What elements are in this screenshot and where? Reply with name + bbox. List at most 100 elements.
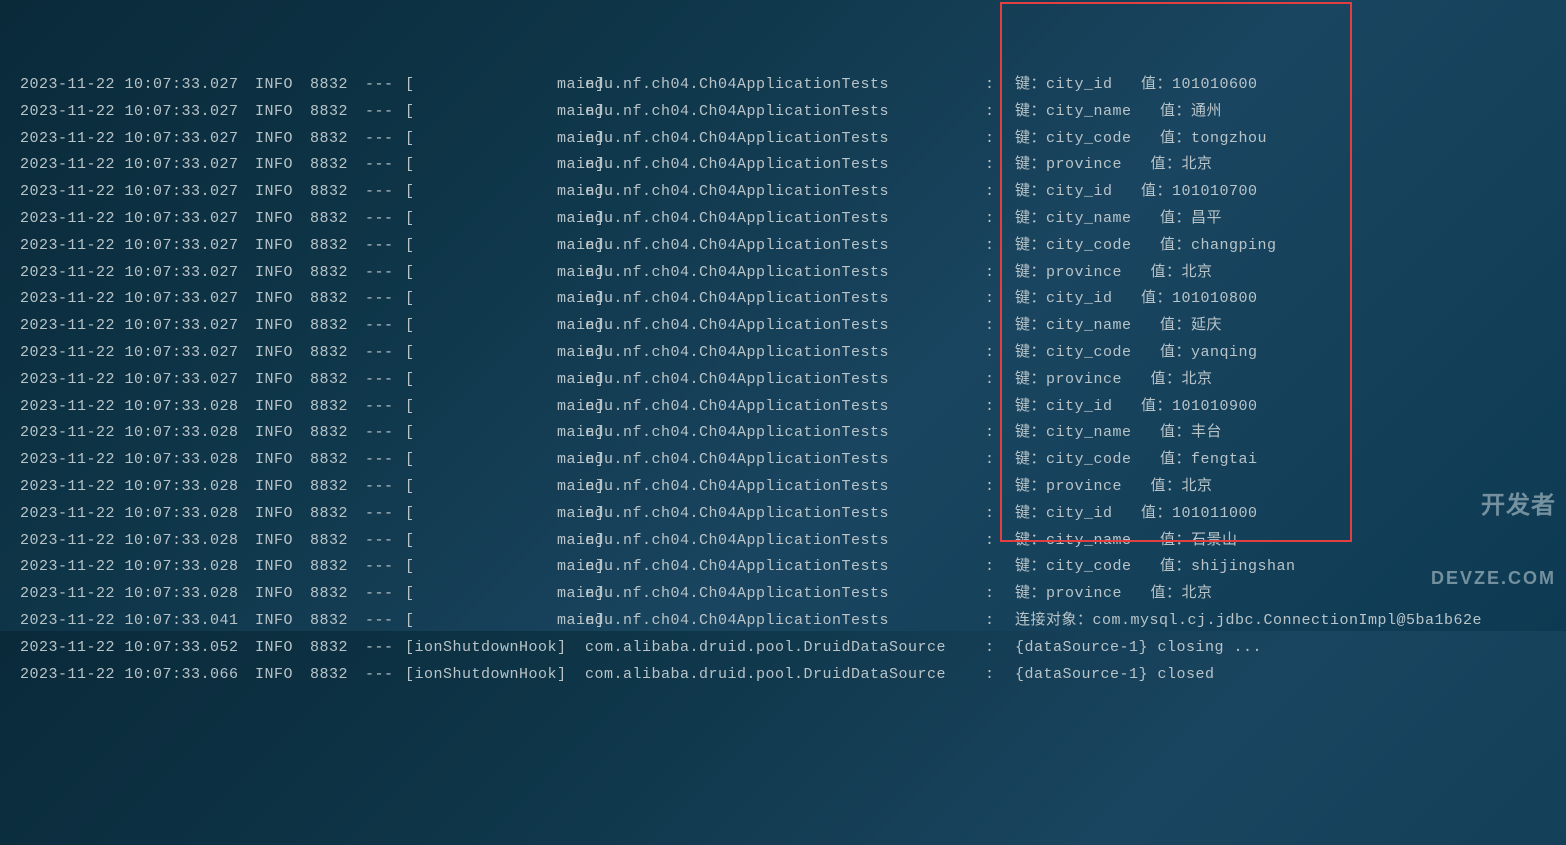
pid: 8832	[310, 179, 365, 206]
dashes: ---	[365, 474, 405, 501]
log-line: 2023-11-22 10:07:33.027INFO8832---[ main…	[20, 206, 1546, 233]
colon: :	[985, 233, 1015, 260]
pid: 8832	[310, 206, 365, 233]
timestamp: 2023-11-22 10:07:33.028	[20, 528, 255, 555]
thread-name: [ main]	[405, 447, 585, 474]
pid: 8832	[310, 367, 365, 394]
timestamp: 2023-11-22 10:07:33.052	[20, 635, 255, 662]
dashes: ---	[365, 72, 405, 99]
timestamp: 2023-11-22 10:07:33.027	[20, 367, 255, 394]
log-message: 键：city_id 值：101011000	[1015, 501, 1546, 528]
log-level: INFO	[255, 662, 310, 689]
thread-name: [ main]	[405, 367, 585, 394]
log-level: INFO	[255, 99, 310, 126]
logger-name: edu.nf.ch04.Ch04ApplicationTests	[585, 72, 985, 99]
timestamp: 2023-11-22 10:07:33.028	[20, 394, 255, 421]
log-message: 键：city_code 值：changping	[1015, 233, 1546, 260]
timestamp: 2023-11-22 10:07:33.027	[20, 152, 255, 179]
logger-name: edu.nf.ch04.Ch04ApplicationTests	[585, 179, 985, 206]
log-message: 键：city_code 值：shijingshan	[1015, 554, 1546, 581]
log-level: INFO	[255, 554, 310, 581]
log-output: 2023-11-22 10:07:33.027INFO8832---[ main…	[0, 68, 1566, 692]
thread-name: [ionShutdownHook]	[405, 662, 585, 689]
timestamp: 2023-11-22 10:07:33.028	[20, 474, 255, 501]
pid: 8832	[310, 394, 365, 421]
thread-name: [ main]	[405, 179, 585, 206]
log-level: INFO	[255, 260, 310, 287]
log-line: 2023-11-22 10:07:33.027INFO8832---[ main…	[20, 233, 1546, 260]
timestamp: 2023-11-22 10:07:33.027	[20, 233, 255, 260]
colon: :	[985, 447, 1015, 474]
log-message: 键：city_name 值：延庆	[1015, 313, 1546, 340]
timestamp: 2023-11-22 10:07:33.028	[20, 447, 255, 474]
thread-name: [ main]	[405, 340, 585, 367]
thread-name: [ main]	[405, 260, 585, 287]
logger-name: edu.nf.ch04.Ch04ApplicationTests	[585, 447, 985, 474]
dashes: ---	[365, 152, 405, 179]
log-message: 键：province 值：北京	[1015, 152, 1546, 179]
pid: 8832	[310, 233, 365, 260]
thread-name: [ main]	[405, 313, 585, 340]
dashes: ---	[365, 528, 405, 555]
pid: 8832	[310, 662, 365, 689]
log-message: 键：city_code 值：yanqing	[1015, 340, 1546, 367]
log-level: INFO	[255, 501, 310, 528]
logger-name: edu.nf.ch04.Ch04ApplicationTests	[585, 581, 985, 608]
log-level: INFO	[255, 286, 310, 313]
log-level: INFO	[255, 474, 310, 501]
log-message: 键：province 值：北京	[1015, 581, 1546, 608]
timestamp: 2023-11-22 10:07:33.028	[20, 501, 255, 528]
pid: 8832	[310, 72, 365, 99]
log-message: 键：city_name 值：昌平	[1015, 206, 1546, 233]
log-line: 2023-11-22 10:07:33.027INFO8832---[ main…	[20, 260, 1546, 287]
timestamp: 2023-11-22 10:07:33.027	[20, 260, 255, 287]
log-message: 键：province 值：北京	[1015, 260, 1546, 287]
pid: 8832	[310, 501, 365, 528]
log-level: INFO	[255, 367, 310, 394]
dashes: ---	[365, 206, 405, 233]
logger-name: edu.nf.ch04.Ch04ApplicationTests	[585, 206, 985, 233]
logger-name: edu.nf.ch04.Ch04ApplicationTests	[585, 554, 985, 581]
pid: 8832	[310, 528, 365, 555]
pid: 8832	[310, 474, 365, 501]
colon: :	[985, 340, 1015, 367]
dashes: ---	[365, 313, 405, 340]
thread-name: [ main]	[405, 554, 585, 581]
log-level: INFO	[255, 394, 310, 421]
dashes: ---	[365, 501, 405, 528]
dashes: ---	[365, 394, 405, 421]
log-level: INFO	[255, 340, 310, 367]
log-line: 2023-11-22 10:07:33.027INFO8832---[ main…	[20, 179, 1546, 206]
dashes: ---	[365, 554, 405, 581]
colon: :	[985, 152, 1015, 179]
log-line: 2023-11-22 10:07:33.028INFO8832---[ main…	[20, 447, 1546, 474]
log-line: 2023-11-22 10:07:33.028INFO8832---[ main…	[20, 554, 1546, 581]
log-message: 键：city_id 值：101010600	[1015, 72, 1546, 99]
thread-name: [ main]	[405, 474, 585, 501]
log-level: INFO	[255, 420, 310, 447]
pid: 8832	[310, 340, 365, 367]
thread-name: [ main]	[405, 286, 585, 313]
log-message: 键：city_id 值：101010800	[1015, 286, 1546, 313]
log-message: 键：city_name 值：石景山	[1015, 528, 1546, 555]
colon: :	[985, 394, 1015, 421]
log-level: INFO	[255, 581, 310, 608]
pid: 8832	[310, 313, 365, 340]
thread-name: [ main]	[405, 99, 585, 126]
colon: :	[985, 179, 1015, 206]
timestamp: 2023-11-22 10:07:33.027	[20, 340, 255, 367]
colon: :	[985, 528, 1015, 555]
timestamp: 2023-11-22 10:07:33.028	[20, 554, 255, 581]
logger-name: edu.nf.ch04.Ch04ApplicationTests	[585, 99, 985, 126]
dashes: ---	[365, 340, 405, 367]
logger-name: edu.nf.ch04.Ch04ApplicationTests	[585, 367, 985, 394]
log-level: INFO	[255, 528, 310, 555]
log-level: INFO	[255, 152, 310, 179]
log-line: 2023-11-22 10:07:33.027INFO8832---[ main…	[20, 286, 1546, 313]
thread-name: [ main]	[405, 233, 585, 260]
colon: :	[985, 554, 1015, 581]
thread-name: [ main]	[405, 152, 585, 179]
dashes: ---	[365, 367, 405, 394]
logger-name: edu.nf.ch04.Ch04ApplicationTests	[585, 501, 985, 528]
log-line: 2023-11-22 10:07:33.027INFO8832---[ main…	[20, 340, 1546, 367]
